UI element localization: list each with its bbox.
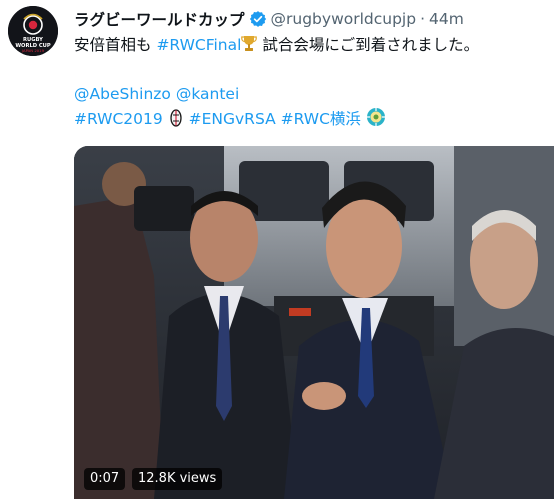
- yokohama-emblem-emoji-icon: [366, 107, 386, 132]
- hashtag-rwcfinal-link[interactable]: #RWCFinal: [156, 36, 241, 54]
- hashtag-rwc-yokohama-link[interactable]: #RWC横浜: [281, 110, 361, 128]
- mention-abeshinzo-link[interactable]: @AbeShinzo: [74, 85, 171, 103]
- video-player[interactable]: 0:07 12.8K views: [74, 146, 554, 499]
- rugby-ball-emoji-icon: [168, 109, 184, 132]
- video-views-badge: 12.8K views: [132, 468, 223, 490]
- avatar[interactable]: RUGBY WORLD CUP JAPAN 2019: [8, 6, 58, 56]
- trophy-emoji-icon: [241, 35, 258, 58]
- video-frame: [74, 146, 554, 499]
- rwc-logo-icon: RUGBY WORLD CUP JAPAN 2019: [8, 6, 58, 56]
- avatar-text-3: JAPAN 2019: [21, 48, 45, 53]
- verified-badge-icon: [249, 10, 267, 28]
- mention-kantei-link[interactable]: @kantei: [176, 85, 239, 103]
- hashtag-engvrsa-link[interactable]: #ENGvRSA: [189, 110, 276, 128]
- tweet-text-line-2: @AbeShinzo @kantei: [74, 84, 239, 104]
- tweet-text-line-1: 安倍首相も #RWCFinal 試合会場にご到着されました。: [74, 35, 479, 58]
- timestamp[interactable]: 44m: [429, 10, 464, 28]
- tweet-header: ラグビーワールドカップ @rugbyworldcupjp · 44m: [74, 8, 464, 30]
- handle[interactable]: @rugbyworldcupjp: [271, 10, 417, 28]
- tweet-text-line-3: #RWC2019 #ENGvRSA #RWC横浜: [74, 107, 386, 132]
- display-name[interactable]: ラグビーワールドカップ: [74, 8, 245, 30]
- video-duration-badge: 0:07: [84, 468, 126, 490]
- tweet-text-suffix: 試合会場にご到着されました。: [257, 36, 480, 54]
- separator-dot: ·: [420, 10, 426, 28]
- tweet-text-prefix: 安倍首相も: [74, 36, 157, 54]
- hashtag-rwc2019-link[interactable]: #RWC2019: [74, 110, 163, 128]
